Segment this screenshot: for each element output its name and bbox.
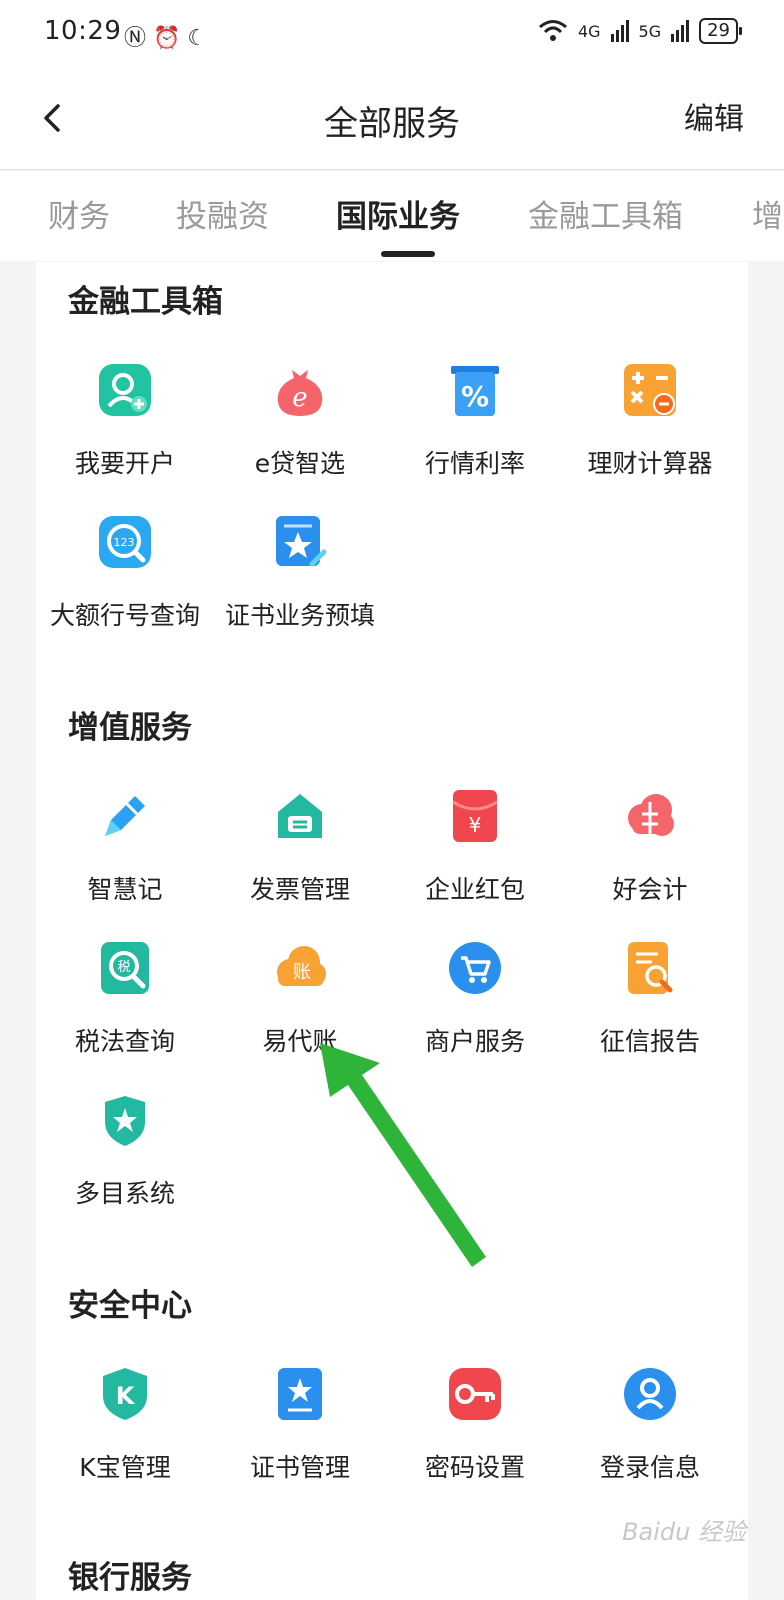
pen-icon bbox=[97, 788, 153, 844]
signal-bars-icon-2 bbox=[671, 20, 690, 42]
page-header: 全部服务 编辑 bbox=[0, 70, 784, 170]
tab-toolbox[interactable]: 金融工具箱 bbox=[528, 191, 683, 236]
tab-value-added[interactable]: 增 bbox=[752, 191, 783, 236]
status-bar: 10:29 Ⓝ ⏰ ☾ 4G 5G 29 bbox=[0, 0, 784, 70]
tab-international[interactable]: 国际业务 bbox=[336, 191, 460, 236]
svg-text:账: 账 bbox=[293, 962, 311, 983]
service-open-account[interactable]: 我要开户 bbox=[36, 362, 214, 502]
svg-text:%: % bbox=[461, 380, 489, 413]
svg-text:123: 123 bbox=[114, 536, 135, 549]
service-tax-query[interactable]: 税 税法查询 bbox=[36, 940, 214, 1080]
service-label: 登录信息 bbox=[599, 1453, 700, 1482]
shield-star-icon bbox=[97, 1092, 153, 1148]
tab-finance[interactable]: 财务 bbox=[48, 191, 110, 236]
battery-icon: 29 bbox=[699, 18, 742, 44]
key-icon bbox=[447, 1366, 503, 1422]
service-label: 理财计算器 bbox=[587, 449, 713, 478]
service-good-accountant[interactable]: 好会计 bbox=[561, 788, 739, 928]
signal-4g-label: 4G bbox=[577, 21, 601, 41]
service-label: 征信报告 bbox=[599, 1027, 700, 1056]
service-red-packet[interactable]: ¥ 企业红包 bbox=[386, 788, 564, 928]
percent-ticket-icon: % bbox=[447, 362, 503, 418]
user-circle-icon bbox=[622, 1366, 678, 1422]
open-account-icon bbox=[97, 362, 153, 418]
tax-search-icon: 税 bbox=[97, 940, 153, 996]
service-e-loan[interactable]: e e贷智选 bbox=[211, 362, 389, 502]
service-zhihuiji[interactable]: 智慧记 bbox=[36, 788, 214, 928]
service-label: e贷智选 bbox=[254, 449, 346, 478]
section-title-security: 安全中心 bbox=[68, 1288, 192, 1324]
service-label: 证书管理 bbox=[249, 1453, 350, 1482]
service-login-info[interactable]: 登录信息 bbox=[561, 1366, 739, 1506]
signal-bars-icon bbox=[610, 20, 629, 42]
service-invoice[interactable]: 发票管理 bbox=[211, 788, 389, 928]
status-time: 10:29 bbox=[44, 16, 122, 46]
service-label: 多目系统 bbox=[74, 1179, 175, 1208]
service-duomu-system[interactable]: 多目系统 bbox=[36, 1092, 214, 1232]
k-shield-icon: K bbox=[97, 1366, 153, 1422]
svg-text:税: 税 bbox=[117, 960, 130, 975]
status-notification-icons: Ⓝ ⏰ ☾ bbox=[124, 26, 208, 51]
service-cert-prefill[interactable]: 证书业务预填 bbox=[211, 514, 389, 654]
svg-text:¥: ¥ bbox=[469, 813, 482, 837]
section-title-toolbox: 金融工具箱 bbox=[68, 284, 223, 320]
cloud-bookkeeping-icon: 账 bbox=[272, 940, 328, 996]
service-label: 我要开户 bbox=[74, 449, 175, 478]
wifi-icon bbox=[538, 20, 567, 41]
category-tabs: 财务 投融资 国际业务 金融工具箱 增 bbox=[0, 171, 784, 261]
section-title-bank: 银行服务 bbox=[68, 1560, 192, 1596]
service-label: 证书业务预填 bbox=[224, 601, 375, 630]
service-label: 智慧记 bbox=[87, 875, 163, 904]
search-123-icon: 123 bbox=[97, 514, 153, 570]
service-label: 发票管理 bbox=[249, 875, 350, 904]
service-label: 好会计 bbox=[612, 875, 688, 904]
service-label: 大额行号查询 bbox=[49, 601, 200, 630]
tab-investment[interactable]: 投融资 bbox=[176, 191, 269, 236]
shopping-cart-icon bbox=[447, 940, 503, 996]
edit-button[interactable]: 编辑 bbox=[684, 94, 744, 138]
service-password[interactable]: 密码设置 bbox=[386, 1366, 564, 1506]
red-packet-icon: ¥ bbox=[447, 788, 503, 844]
invoice-house-icon bbox=[272, 788, 328, 844]
signal-5g-label: 5G bbox=[638, 21, 662, 41]
report-search-icon bbox=[622, 940, 678, 996]
service-credit-report[interactable]: 征信报告 bbox=[561, 940, 739, 1080]
status-right-icons: 4G 5G 29 bbox=[538, 18, 742, 44]
svg-text:e: e bbox=[292, 383, 307, 413]
service-label: K宝管理 bbox=[79, 1453, 171, 1482]
service-label: 行情利率 bbox=[424, 449, 525, 478]
certificate-edit-icon bbox=[272, 514, 328, 570]
service-kbao[interactable]: K K宝管理 bbox=[36, 1366, 214, 1506]
service-label: 密码设置 bbox=[424, 1453, 525, 1482]
svg-text:K: K bbox=[116, 1382, 136, 1410]
service-bank-code-query[interactable]: 123 大额行号查询 bbox=[36, 514, 214, 654]
service-label: 企业红包 bbox=[424, 875, 525, 904]
service-calculator[interactable]: 理财计算器 bbox=[561, 362, 739, 502]
calculator-icon bbox=[622, 362, 678, 418]
service-cert-manage[interactable]: 证书管理 bbox=[211, 1366, 389, 1506]
service-rates[interactable]: % 行情利率 bbox=[386, 362, 564, 502]
certificate-star-icon bbox=[272, 1366, 328, 1422]
e-loan-bag-icon: e bbox=[272, 362, 328, 418]
cloud-abacus-icon bbox=[622, 788, 678, 844]
services-card: 金融工具箱 我要开户 e e贷智选 % 行情利率 理财计算器 123 大额行号查… bbox=[36, 262, 748, 1600]
active-tab-indicator bbox=[381, 251, 435, 257]
baidu-watermark: Baidu 经验 bbox=[622, 1518, 746, 1546]
annotation-arrow-icon bbox=[320, 1043, 486, 1267]
service-label: 税法查询 bbox=[74, 1027, 175, 1056]
section-title-value-added: 增值服务 bbox=[68, 710, 192, 746]
page-title: 全部服务 bbox=[324, 104, 460, 144]
